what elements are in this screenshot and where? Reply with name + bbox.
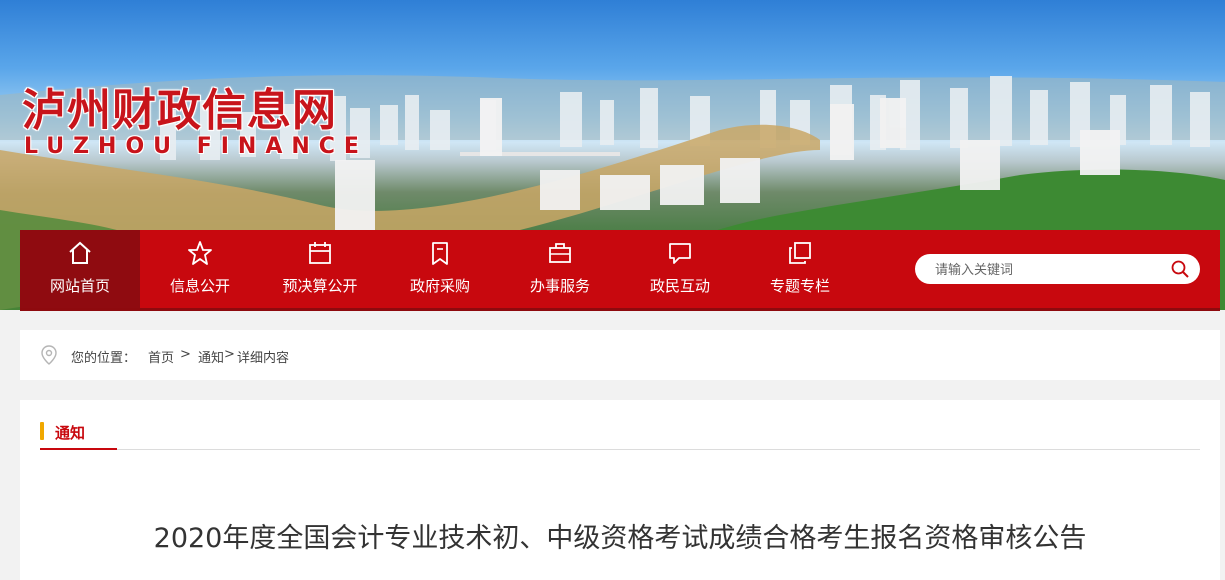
calendar-icon [309, 242, 331, 264]
nav-item-services[interactable]: 办事服务 [500, 230, 620, 308]
section-divider [40, 449, 1200, 450]
location-pin-icon [41, 345, 57, 365]
breadcrumb-home-link[interactable]: 首页 [148, 347, 174, 366]
nav-item-home[interactable]: 网站首页 [20, 230, 140, 308]
section-title: 通知 [55, 424, 86, 442]
breadcrumb-notice-link[interactable]: 通知 [198, 347, 224, 366]
breadcrumb-separator: > [180, 347, 191, 362]
nav-item-info-disclosure[interactable]: 信息公开 [140, 230, 260, 308]
site-logo-english[interactable]: LUZHOU FINANCE [24, 134, 368, 159]
home-icon [69, 241, 91, 264]
star-icon [188, 241, 212, 265]
nav-item-label: 政民互动 [649, 277, 710, 295]
nav-item-budget[interactable]: 预决算公开 [260, 230, 380, 308]
site-logo-chinese[interactable]: 泸州财政信息网 [22, 74, 337, 138]
copy-icon [789, 242, 811, 264]
nav-item-label: 政府采购 [409, 277, 470, 295]
nav-item-label: 办事服务 [529, 277, 590, 295]
nav-item-topics[interactable]: 专题专栏 [740, 230, 860, 308]
breadcrumb-prefix: 您的位置： [71, 351, 137, 366]
article-title: 2020年度全国会计专业技术初、中级资格考试成绩合格考生报名资格审核公告 [153, 523, 1087, 554]
breadcrumb-separator: > [224, 347, 235, 362]
section-marker [40, 422, 44, 440]
breadcrumb: 您的位置： 首页 > 通知 > 详细内容 [20, 330, 1220, 380]
chat-icon [669, 243, 691, 264]
nav-item-procurement[interactable]: 政府采购 [380, 230, 500, 308]
article-container: 通知 2020年度全国会计专业技术初、中级资格考试成绩合格考生报名资格审核公告 [20, 400, 1220, 580]
main-navigation: 网站首页 信息公开 预决算公开 政府采购 办事服务 政民互动 专题专栏 请输入关… [20, 230, 1220, 311]
search-input[interactable] [933, 259, 1157, 281]
nav-item-label: 预决算公开 [282, 277, 358, 295]
briefcase-icon [549, 243, 571, 263]
breadcrumb-current: 详细内容 [237, 351, 290, 366]
nav-item-label: 专题专栏 [769, 277, 830, 295]
nav-item-interaction[interactable]: 政民互动 [620, 230, 740, 308]
section-title-underline [40, 448, 117, 450]
nav-item-label: 信息公开 [169, 277, 230, 295]
search-icon[interactable] [1170, 259, 1190, 279]
search-box [915, 254, 1200, 284]
bookmark-icon [432, 242, 448, 265]
nav-item-label: 网站首页 [49, 277, 110, 295]
